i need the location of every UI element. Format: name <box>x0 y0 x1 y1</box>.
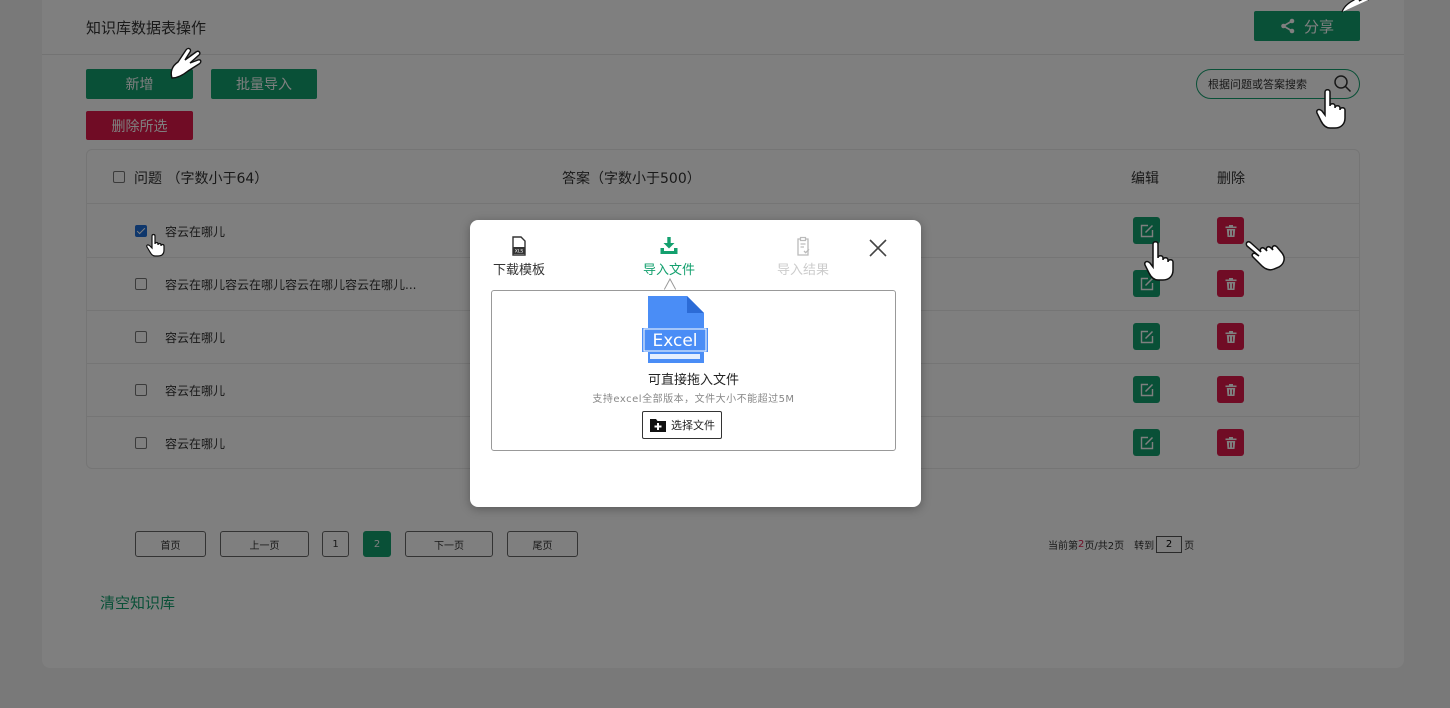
add-folder-icon <box>650 419 666 432</box>
step-import-file[interactable]: 导入文件 <box>634 234 704 278</box>
import-modal: XLS 下载模板 导入文件 导入结果 Excel 可直接拖入文件 支持excel… <box>470 220 921 507</box>
step-result-label: 导入结果 <box>776 263 829 278</box>
step-download-label: 下载模板 <box>492 263 545 278</box>
template-file-icon: XLS <box>512 236 526 256</box>
svg-text:XLS: XLS <box>515 249 524 255</box>
step-import-result[interactable]: 导入结果 <box>768 234 838 278</box>
excel-label: Excel <box>652 331 697 351</box>
step-download-template[interactable]: XLS 下载模板 <box>486 234 552 278</box>
hand-cursor-icon <box>1316 89 1346 129</box>
active-step-pointer <box>664 278 676 290</box>
drop-title: 可直接拖入文件 <box>647 373 739 388</box>
choose-file-button[interactable]: 选择文件 <box>642 411 722 439</box>
hand-cursor-icon <box>1341 0 1370 13</box>
download-tray-icon <box>660 237 678 254</box>
result-clipboard-icon <box>797 236 810 256</box>
hand-cursor-icon <box>170 47 202 79</box>
hand-cursor-icon <box>146 233 165 257</box>
step-import-label: 导入文件 <box>642 263 695 278</box>
hand-cursor-icon <box>1245 241 1285 271</box>
file-drop-zone[interactable]: Excel 可直接拖入文件 支持excel全部版本，文件大小不能超过5M 选择文… <box>491 290 896 451</box>
close-icon[interactable] <box>867 237 889 259</box>
drop-subtitle: 支持excel全部版本，文件大小不能超过5M <box>592 394 795 405</box>
excel-file-icon: Excel <box>642 296 708 363</box>
hand-cursor-icon <box>1144 241 1174 281</box>
choose-file-label: 选择文件 <box>671 419 715 432</box>
